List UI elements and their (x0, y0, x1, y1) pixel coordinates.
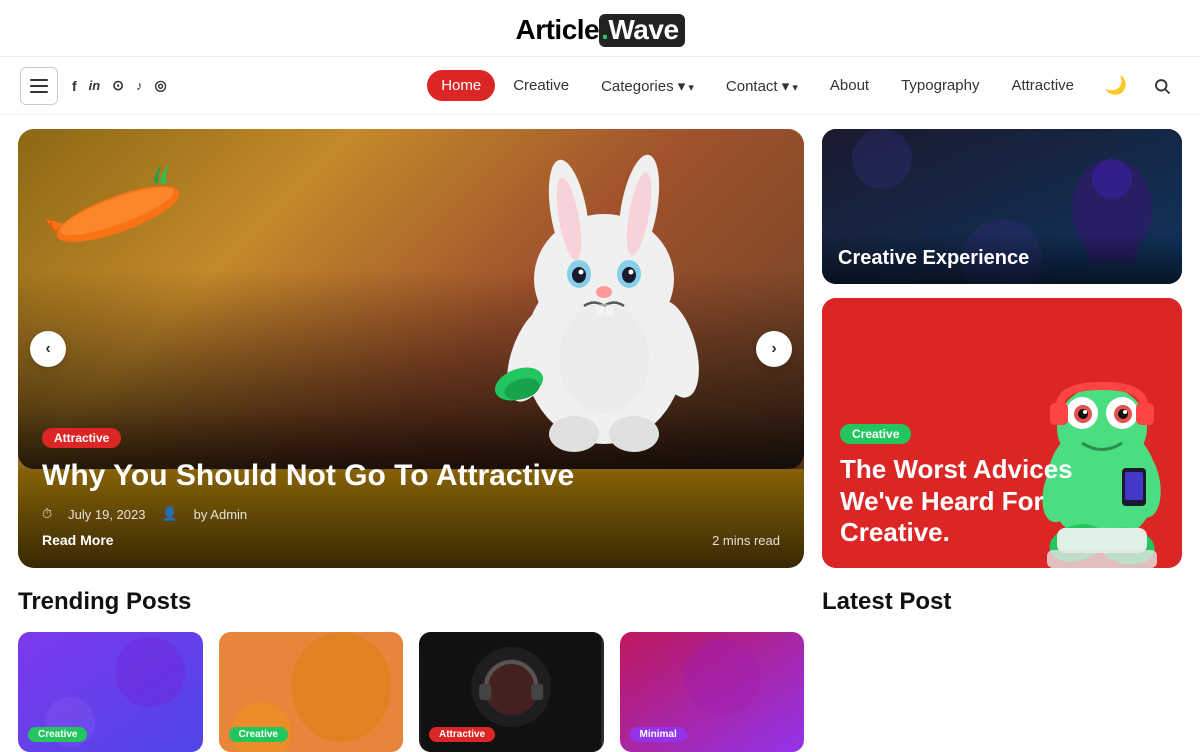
right-sidebar: Creative Experience (822, 129, 1182, 568)
search-button[interactable] (1144, 68, 1180, 104)
badge-minimal: Minimal (630, 727, 687, 742)
hamburger-line (30, 85, 48, 87)
latest-title: Latest Post (822, 588, 951, 616)
nav-item-creative[interactable]: Creative (499, 70, 583, 101)
read-time: 2 mins read (712, 533, 780, 548)
nav-links: Home Creative Categories ▾ Contact ▾ Abo… (427, 70, 1088, 102)
instagram-icon[interactable]: ⊙ (112, 77, 124, 94)
bottom-sections: Trending Posts Creative (0, 568, 1200, 752)
site-title: Article.Wave (0, 14, 1200, 46)
card-top-overlay: Creative Experience (822, 233, 1182, 284)
nav-item-typography[interactable]: Typography (887, 70, 993, 101)
trending-card-1[interactable]: Creative (18, 632, 203, 752)
card-bottom-image: Creative The Worst Advices We've Heard F… (822, 298, 1182, 568)
hamburger-button[interactable] (20, 67, 58, 105)
slider-prev-button[interactable]: ‹ (30, 331, 66, 367)
trending-card-4-badge: Minimal (630, 724, 687, 742)
trending-grid: Creative Creative (18, 632, 804, 752)
user-icon: 👤 (161, 506, 177, 522)
trending-card-2-badge: Creative (229, 724, 288, 742)
read-more-link[interactable]: Read More (42, 532, 114, 548)
card-title-line1: The Worst Advices (840, 454, 1073, 484)
slider-date: July 19, 2023 (68, 507, 145, 522)
nav-item-categories[interactable]: Categories ▾ (587, 70, 708, 102)
card-bottom-badge[interactable]: Creative (840, 424, 911, 444)
slider-footer: Read More 2 mins read (42, 532, 780, 548)
card-bottom-overlay: Creative The Worst Advices We've Heard F… (822, 406, 1182, 568)
trending-header: Trending Posts (18, 588, 804, 616)
hamburger-line (30, 91, 48, 93)
trending-card-3-badge: Attractive (429, 724, 495, 742)
trending-card-2[interactable]: Creative (219, 632, 404, 752)
carrot-decoration (42, 162, 194, 266)
title-prefix: Article (515, 14, 599, 45)
title-wave: .Wave (599, 14, 684, 47)
badge-attractive: Attractive (429, 727, 495, 742)
trending-card-1-badge: Creative (28, 724, 87, 742)
trending-title: Trending Posts (18, 588, 191, 616)
card-title-line3: Creative. (840, 517, 950, 547)
card-creative-frog[interactable]: Creative The Worst Advices We've Heard F… (822, 298, 1182, 568)
hamburger-line (30, 79, 48, 81)
facebook-icon[interactable]: f (72, 78, 77, 94)
latest-header: Latest Post (822, 588, 1182, 616)
dark-mode-button[interactable]: 🌙 (1098, 68, 1134, 104)
card-top-image: Creative Experience (822, 129, 1182, 284)
nav-item-contact[interactable]: Contact ▾ (712, 70, 812, 102)
nav-action-icons: 🌙 (1098, 68, 1180, 104)
hero-slider: ‹ › Attractive Why You Should Not Go To … (18, 129, 804, 568)
trending-section: Trending Posts Creative (18, 588, 804, 752)
bunny-figure (464, 129, 744, 469)
slider-next-button[interactable]: › (756, 331, 792, 367)
navbar: f in ⊙ ♪ ◎ Home Creative Categories ▾ Co… (0, 57, 1200, 115)
badge-creative-2: Creative (229, 727, 288, 742)
slider-meta: ⏱ July 19, 2023 👤 by Admin (42, 506, 780, 522)
badge-creative-1: Creative (28, 727, 87, 742)
card-top-title: Creative Experience (838, 247, 1166, 270)
nav-item-home[interactable]: Home (427, 70, 495, 101)
card-bottom-title: The Worst Advices We've Heard For Creati… (840, 454, 1164, 548)
latest-section: Latest Post (822, 588, 1182, 752)
slider-author: by Admin (194, 507, 247, 522)
main-content: ‹ › Attractive Why You Should Not Go To … (0, 115, 1200, 568)
trending-card-3[interactable]: Attractive (419, 632, 604, 752)
trending-card-4[interactable]: Minimal (620, 632, 805, 752)
search-icon (1153, 77, 1171, 95)
linkedin-icon[interactable]: in (89, 78, 101, 93)
clock-icon: ⏱ (42, 506, 52, 522)
site-header: Article.Wave (0, 0, 1200, 57)
slider-category-badge[interactable]: Attractive (42, 428, 121, 448)
card-title-line2: We've Heard For (840, 486, 1044, 516)
nav-item-attractive[interactable]: Attractive (997, 70, 1088, 101)
card-creative-experience[interactable]: Creative Experience (822, 129, 1182, 284)
whatsapp-icon[interactable]: ◎ (154, 77, 166, 94)
tiktok-icon[interactable]: ♪ (136, 78, 143, 93)
nav-item-about[interactable]: About (816, 70, 883, 101)
social-icons: f in ⊙ ♪ ◎ (72, 77, 167, 94)
